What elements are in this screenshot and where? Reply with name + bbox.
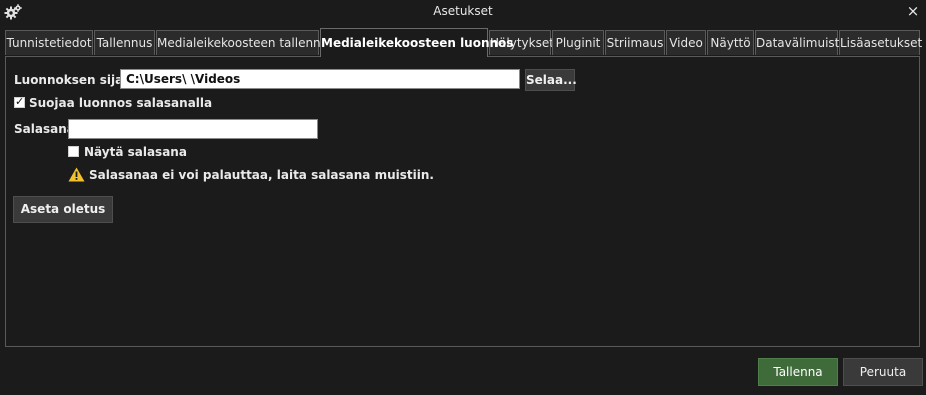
tab-pluginit[interactable]: Pluginit: [552, 30, 604, 55]
close-icon[interactable]: ×: [904, 2, 922, 20]
tab-tallennus[interactable]: Tallennus: [94, 30, 155, 55]
tab-lisaasetukset[interactable]: Lisäasetukset: [839, 30, 922, 55]
set-default-button[interactable]: Aseta oletus: [13, 196, 113, 223]
tab-medialeikekoosteen-luonnos[interactable]: Medialeikekoosteen luonnos: [320, 28, 513, 57]
tab-tunnistetiedot[interactable]: Tunnistetiedot: [5, 30, 93, 55]
tab-striimaus[interactable]: Striimaus: [605, 30, 665, 55]
password-label: Salasana: [14, 122, 75, 136]
tab-datavalimuisti[interactable]: Datavälimuisti: [755, 30, 843, 55]
protect-draft-label: Suojaa luonnos salasanalla: [29, 96, 213, 110]
cancel-button[interactable]: Peruuta: [843, 358, 923, 386]
show-password-checkbox[interactable]: [68, 146, 79, 157]
tab-naytto[interactable]: Näyttö: [707, 30, 754, 55]
save-button[interactable]: Tallenna: [758, 358, 838, 386]
browse-button[interactable]: Selaa...: [525, 69, 577, 91]
warning-icon: [68, 167, 85, 182]
show-password-label: Näytä salasana: [84, 145, 187, 159]
window-title: Asetukset: [433, 4, 493, 18]
draft-location-field[interactable]: C:\Users\ \Videos: [120, 69, 520, 89]
title-bar: Asetukset ×: [0, 0, 926, 24]
password-warning-text: Salasanaa ei voi palauttaa, laita salasa…: [89, 168, 434, 182]
tab-video[interactable]: Video: [666, 30, 706, 55]
password-input[interactable]: [68, 119, 318, 139]
tab-medialeikekoosteen-tallennus[interactable]: Medialeikekoosteen tallennus: [156, 30, 335, 55]
protect-draft-checkbox[interactable]: [14, 95, 25, 108]
